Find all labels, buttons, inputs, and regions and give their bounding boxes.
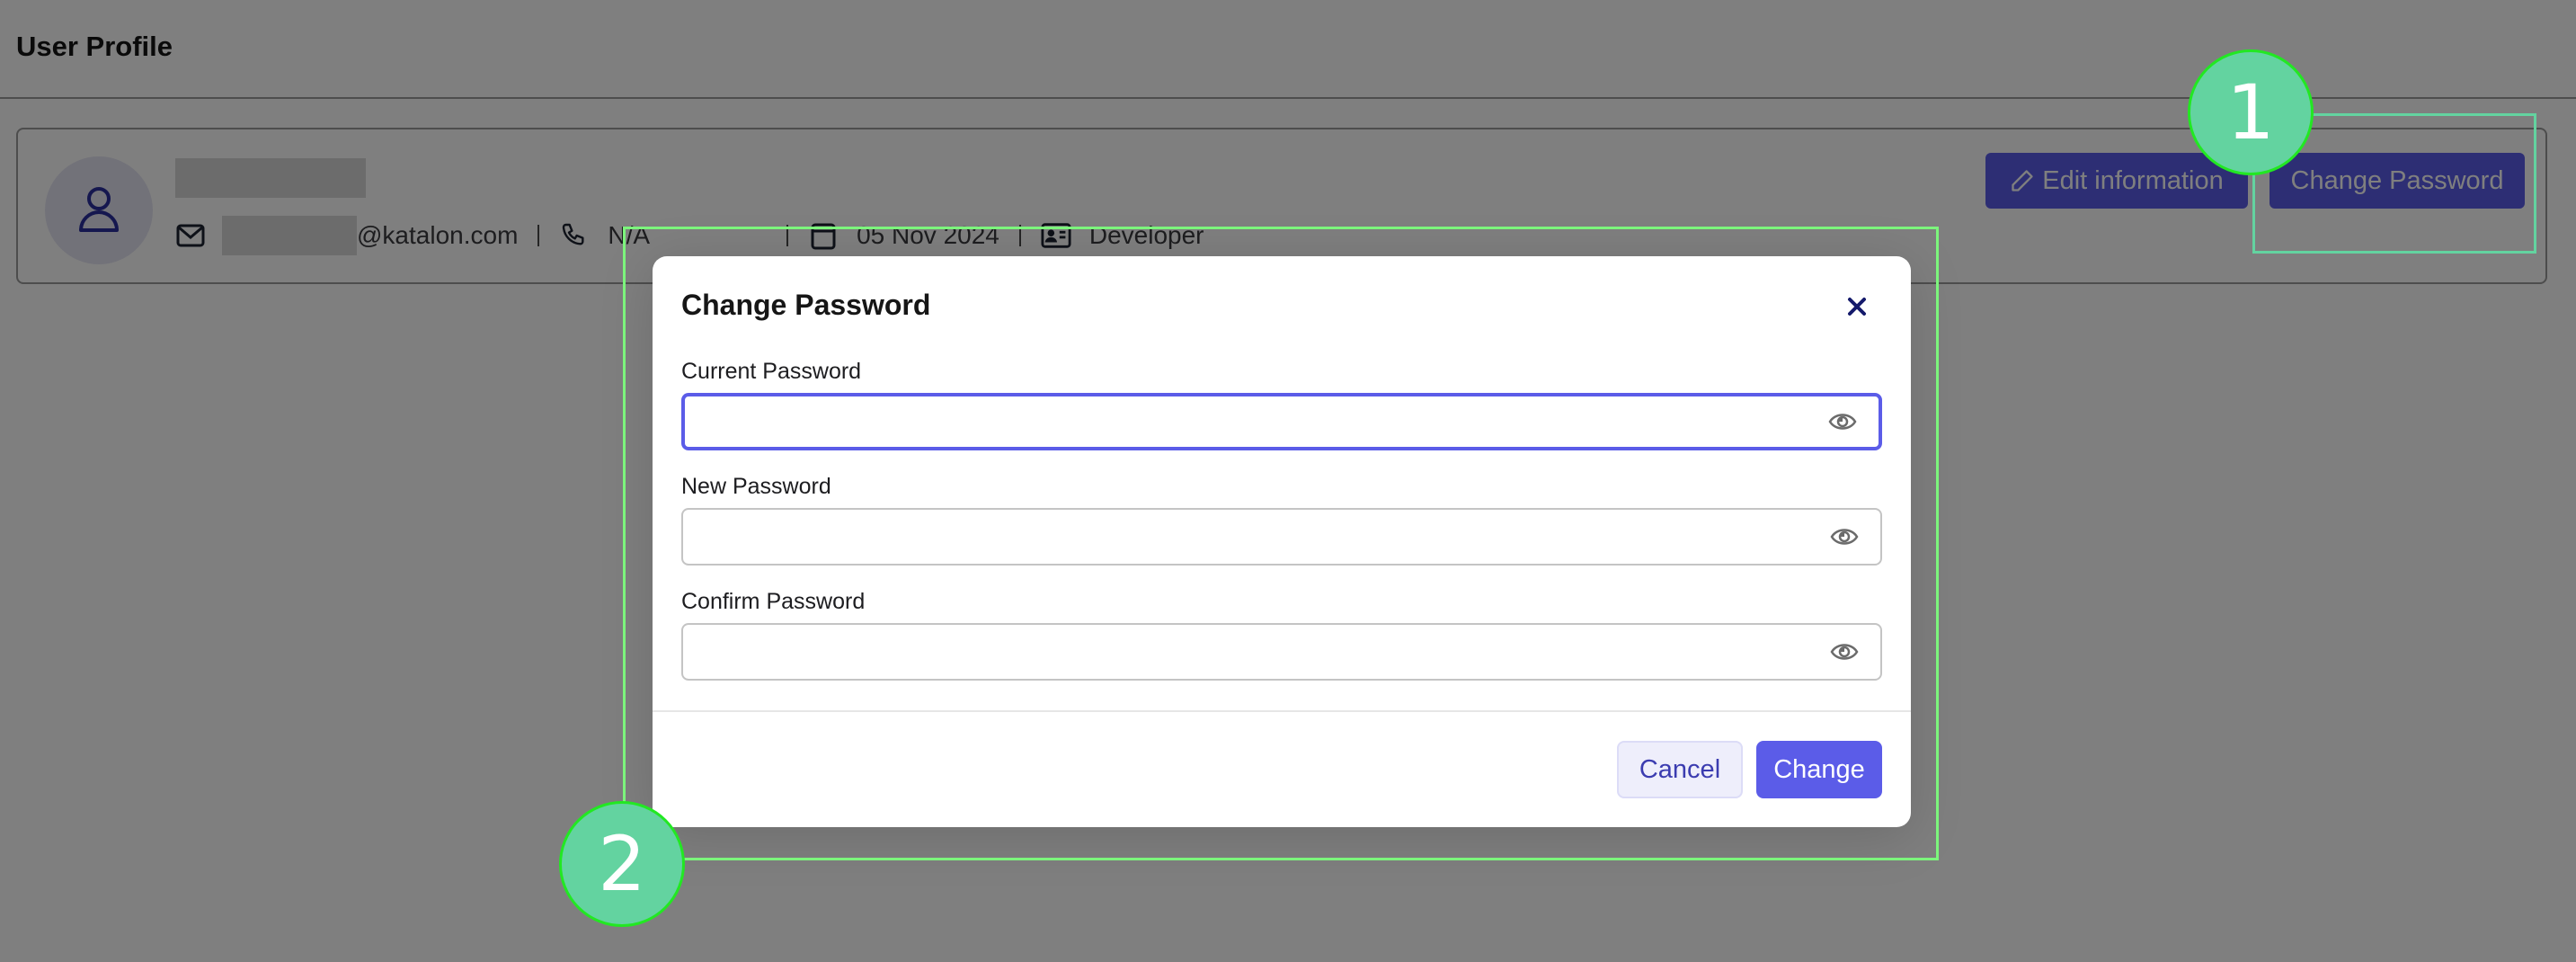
change-password-dialog: Change Password Current Password New Pas… [653,256,1911,827]
eye-icon[interactable] [1828,636,1861,668]
current-password-input[interactable] [699,396,1796,447]
annotation-badge-2: 2 [559,801,685,927]
new-password-input[interactable] [697,510,1794,564]
new-password-field[interactable] [681,508,1882,566]
confirm-password-field[interactable] [681,623,1882,681]
annotation-badge-1: 1 [2188,49,2314,175]
eye-icon[interactable] [1826,405,1859,438]
new-password-label: New Password [681,474,831,499]
close-icon [1848,298,1866,316]
confirm-password-label: Confirm Password [681,589,866,614]
cancel-button[interactable]: Cancel [1617,741,1743,798]
dialog-footer-divider [653,710,1911,712]
eye-icon[interactable] [1828,521,1861,553]
close-button[interactable] [1839,289,1875,325]
current-password-field[interactable] [681,393,1882,450]
confirm-password-input[interactable] [697,625,1794,679]
dialog-title: Change Password [681,289,931,321]
change-button[interactable]: Change [1756,741,1882,798]
current-password-label: Current Password [681,359,862,384]
